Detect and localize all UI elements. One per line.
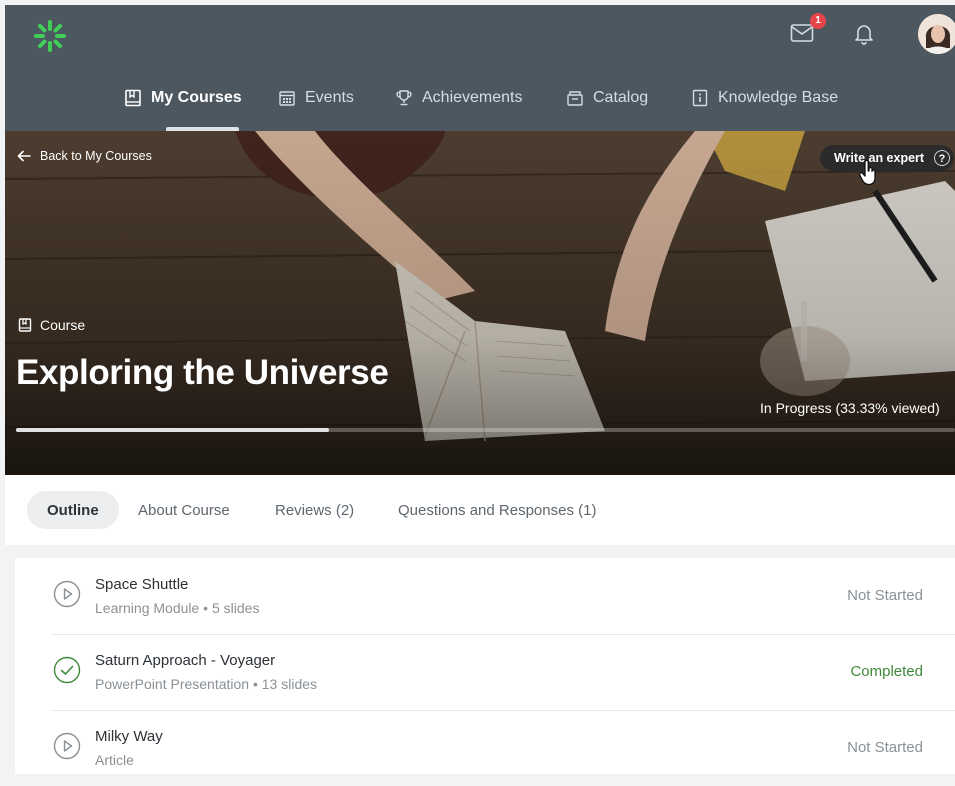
check-circle-icon [53, 656, 81, 684]
list-item[interactable]: Milky Way Article Not Started [51, 710, 955, 786]
nav-label: Achievements [422, 89, 523, 106]
tab-outline[interactable]: Outline [27, 491, 119, 529]
item-meta: PowerPoint Presentation • 13 slides [95, 676, 318, 692]
hand-cursor-icon [859, 160, 876, 186]
nav-item-catalog[interactable]: Catalog [566, 87, 648, 109]
nav-label: Events [305, 89, 354, 106]
tab-reviews[interactable]: Reviews (2) [275, 491, 354, 529]
nav-item-events[interactable]: Events [278, 87, 354, 109]
help-icon[interactable]: ? [934, 150, 950, 166]
bell-icon[interactable] [854, 23, 874, 45]
notification-badge: 1 [810, 13, 826, 29]
trophy-icon [396, 90, 412, 106]
item-meta: Learning Module • 5 slides [95, 600, 260, 616]
item-status: Completed [850, 663, 923, 680]
back-link-label: Back to My Courses [40, 149, 152, 163]
progress-bar-fill [16, 428, 329, 432]
nav-label: Knowledge Base [718, 89, 839, 106]
item-meta: Article [95, 752, 134, 768]
nav-item-my-courses[interactable]: My Courses [124, 87, 242, 109]
hero-background-image [5, 131, 955, 475]
nav-item-achievements[interactable]: Achievements [395, 87, 523, 109]
play-circle-icon [53, 732, 81, 760]
course-kicker-text: Course [40, 317, 86, 333]
info-book-icon [692, 89, 708, 107]
nav-label: My Courses [151, 89, 242, 106]
item-title: Space Shuttle [95, 576, 189, 593]
course-tabs: Outline About Course Reviews (2) Questio… [5, 475, 955, 545]
item-status: Not Started [847, 739, 923, 756]
back-to-courses-link[interactable]: Back to My Courses [17, 149, 152, 163]
play-circle-icon [53, 580, 81, 608]
progress-bar [16, 428, 955, 432]
tab-questions-responses[interactable]: Questions and Responses (1) [398, 491, 596, 529]
course-type-label: Course [18, 317, 85, 333]
course-hero: Back to My Courses Write an expert ? Cou… [5, 131, 955, 475]
nav-label: Catalog [593, 89, 649, 106]
top-bar: 1 My Courses Events Achievements Catalog [5, 5, 955, 131]
archive-icon [567, 91, 583, 106]
book-icon [125, 89, 141, 107]
calendar-icon [279, 91, 295, 106]
item-title: Milky Way [95, 728, 163, 745]
tab-about-course[interactable]: About Course [138, 491, 230, 529]
course-title: Exploring the Universe [16, 353, 389, 392]
item-status: Not Started [847, 587, 923, 604]
course-outline-list: Space Shuttle Learning Module • 5 slides… [15, 558, 955, 774]
write-expert-label: Write an expert [834, 151, 925, 165]
nav-item-knowledge-base[interactable]: Knowledge Base [691, 87, 838, 109]
logo-icon[interactable] [33, 19, 67, 53]
list-item[interactable]: Saturn Approach - Voyager PowerPoint Pre… [51, 634, 955, 711]
arrow-left-icon [17, 150, 31, 162]
item-title: Saturn Approach - Voyager [95, 652, 276, 669]
main-nav: My Courses Events Achievements Catalog K… [5, 75, 955, 131]
progress-status: In Progress (33.33% viewed) [760, 400, 940, 416]
list-item[interactable]: Space Shuttle Learning Module • 5 slides… [51, 558, 955, 635]
write-expert-button[interactable]: Write an expert ? [820, 145, 954, 171]
book-icon [18, 318, 32, 332]
avatar[interactable] [918, 14, 955, 54]
mail-icon[interactable] [790, 23, 814, 43]
